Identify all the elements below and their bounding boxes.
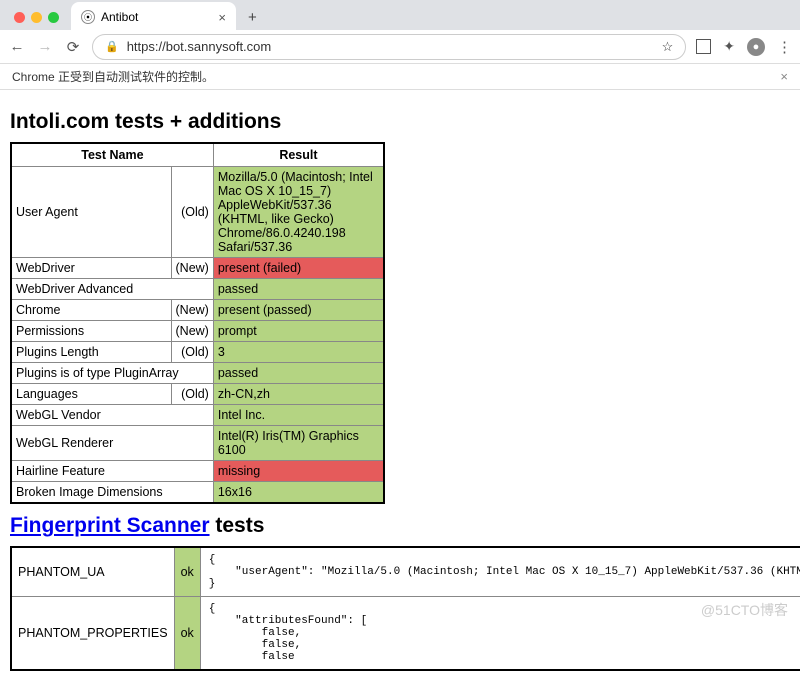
page-content: Intoli.com tests + additions Test Name R… bbox=[0, 90, 800, 677]
fingerprint-heading-rest: tests bbox=[210, 514, 265, 537]
address-bar[interactable]: 🔒 https://bot.sannysoft.com ☆ bbox=[92, 34, 686, 60]
test-result-cell: 16x16 bbox=[213, 482, 384, 504]
test-result-cell: Intel(R) Iris(TM) Graphics 6100 bbox=[213, 426, 384, 461]
fingerprint-table: PHANTOM_UAok{ "userAgent": "Mozilla/5.0 … bbox=[10, 546, 800, 671]
test-name-cell: WebDriver bbox=[11, 258, 171, 279]
window-controls[interactable] bbox=[8, 12, 65, 23]
table-row: Chrome(New)present (passed) bbox=[11, 300, 384, 321]
col-test-name: Test Name bbox=[11, 143, 213, 167]
intoli-heading: Intoli.com tests + additions bbox=[10, 110, 790, 134]
test-tag-cell: (Old) bbox=[171, 167, 213, 258]
test-result-cell: prompt bbox=[213, 321, 384, 342]
tab-title: Antibot bbox=[101, 10, 138, 24]
table-row: Languages(Old)zh-CN,zh bbox=[11, 384, 384, 405]
browser-chrome: ⦿ Antibot × + ← → ⟳ 🔒 https://bot.sannys… bbox=[0, 0, 800, 90]
test-tag-cell: (New) bbox=[171, 321, 213, 342]
test-tag-cell: (Old) bbox=[171, 342, 213, 363]
automation-info-bar: Chrome 正受到自动测试软件的控制。 × bbox=[0, 64, 800, 90]
close-window-icon[interactable] bbox=[14, 12, 25, 23]
favicon-icon: ⦿ bbox=[81, 10, 95, 24]
test-result-cell: Intel Inc. bbox=[213, 405, 384, 426]
test-name-cell: Plugins Length bbox=[11, 342, 171, 363]
fp-status-cell: ok bbox=[174, 547, 200, 597]
fp-status-cell: ok bbox=[174, 597, 200, 671]
forward-button[interactable]: → bbox=[36, 38, 54, 55]
table-row: WebDriver(New)present (failed) bbox=[11, 258, 384, 279]
test-result-cell: Mozilla/5.0 (Macintosh; Intel Mac OS X 1… bbox=[213, 167, 384, 258]
table-row: PHANTOM_UAok{ "userAgent": "Mozilla/5.0 … bbox=[11, 547, 800, 597]
back-button[interactable]: ← bbox=[8, 38, 26, 55]
test-name-cell: Hairline Feature bbox=[11, 461, 213, 482]
star-icon[interactable]: ☆ bbox=[662, 39, 674, 55]
table-row: WebDriver Advancedpassed bbox=[11, 279, 384, 300]
table-row: Plugins is of type PluginArraypassed bbox=[11, 363, 384, 384]
test-name-cell: WebDriver Advanced bbox=[11, 279, 213, 300]
reload-button[interactable]: ⟳ bbox=[64, 38, 82, 56]
fp-name-cell: PHANTOM_PROPERTIES bbox=[11, 597, 174, 671]
table-row: PHANTOM_PROPERTIESok{ "attributesFound":… bbox=[11, 597, 800, 671]
table-row: WebGL VendorIntel Inc. bbox=[11, 405, 384, 426]
table-row: Plugins Length(Old)3 bbox=[11, 342, 384, 363]
test-name-cell: Broken Image Dimensions bbox=[11, 482, 213, 504]
fp-name-cell: PHANTOM_UA bbox=[11, 547, 174, 597]
lock-icon: 🔒 bbox=[105, 40, 119, 53]
test-result-cell: 3 bbox=[213, 342, 384, 363]
test-result-cell: passed bbox=[213, 279, 384, 300]
url-text: https://bot.sannysoft.com bbox=[127, 39, 272, 54]
test-name-cell: WebGL Renderer bbox=[11, 426, 213, 461]
menu-icon[interactable]: ⋮ bbox=[777, 38, 792, 56]
col-result: Result bbox=[213, 143, 384, 167]
profile-avatar[interactable]: ● bbox=[747, 38, 765, 56]
test-result-cell: present (failed) bbox=[213, 258, 384, 279]
maximize-window-icon[interactable] bbox=[48, 12, 59, 23]
fp-code-cell: { "userAgent": "Mozilla/5.0 (Macintosh; … bbox=[200, 547, 800, 597]
test-name-cell: Chrome bbox=[11, 300, 171, 321]
table-row: WebGL RendererIntel(R) Iris(TM) Graphics… bbox=[11, 426, 384, 461]
test-result-cell: passed bbox=[213, 363, 384, 384]
test-result-cell: zh-CN,zh bbox=[213, 384, 384, 405]
fingerprint-heading: Fingerprint Scanner tests bbox=[10, 514, 790, 538]
fingerprint-link[interactable]: Fingerprint Scanner bbox=[10, 514, 210, 537]
test-name-cell: Plugins is of type PluginArray bbox=[11, 363, 213, 384]
test-name-cell: Permissions bbox=[11, 321, 171, 342]
minimize-window-icon[interactable] bbox=[31, 12, 42, 23]
intoli-table: Test Name Result User Agent(Old)Mozilla/… bbox=[10, 142, 385, 504]
toolbar: ← → ⟳ 🔒 https://bot.sannysoft.com ☆ ✦ ● … bbox=[0, 30, 800, 64]
table-row: Broken Image Dimensions16x16 bbox=[11, 482, 384, 504]
test-tag-cell: (Old) bbox=[171, 384, 213, 405]
extensions-menu-icon[interactable]: ✦ bbox=[723, 38, 735, 55]
table-row: Hairline Featuremissing bbox=[11, 461, 384, 482]
new-tab-button[interactable]: + bbox=[242, 9, 263, 26]
info-bar-text: Chrome 正受到自动测试软件的控制。 bbox=[12, 68, 214, 85]
test-result-cell: missing bbox=[213, 461, 384, 482]
browser-tab[interactable]: ⦿ Antibot × bbox=[71, 2, 236, 32]
test-result-cell: present (passed) bbox=[213, 300, 384, 321]
tab-strip: ⦿ Antibot × + bbox=[0, 0, 800, 30]
table-row: User Agent(Old)Mozilla/5.0 (Macintosh; I… bbox=[11, 167, 384, 258]
watermark-text: @51CTO博客 bbox=[701, 600, 788, 620]
test-name-cell: User Agent bbox=[11, 167, 171, 258]
table-row: Permissions(New)prompt bbox=[11, 321, 384, 342]
test-tag-cell: (New) bbox=[171, 300, 213, 321]
info-bar-close-icon[interactable]: × bbox=[780, 69, 788, 84]
extension-icon[interactable] bbox=[696, 39, 711, 54]
test-name-cell: WebGL Vendor bbox=[11, 405, 213, 426]
test-name-cell: Languages bbox=[11, 384, 171, 405]
test-tag-cell: (New) bbox=[171, 258, 213, 279]
close-tab-icon[interactable]: × bbox=[218, 10, 226, 25]
